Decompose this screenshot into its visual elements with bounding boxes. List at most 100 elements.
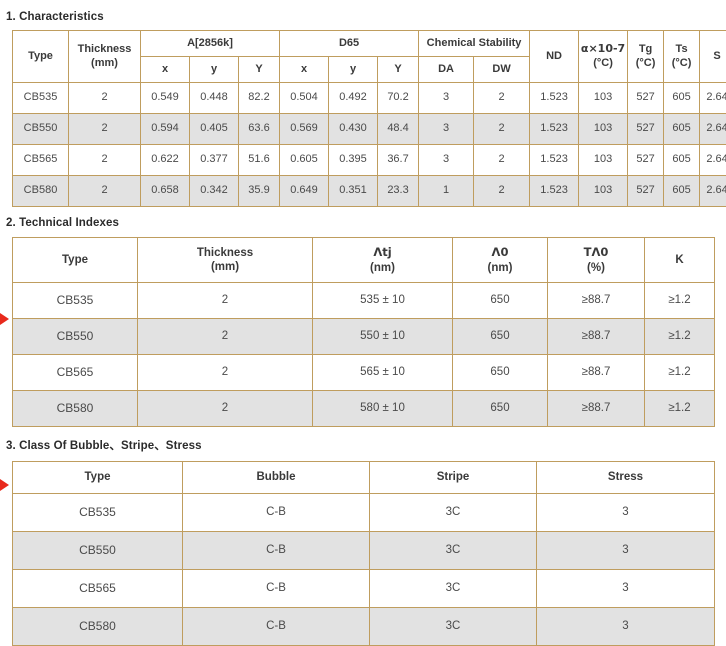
cell-s: 2.64 xyxy=(700,114,726,145)
cell-da: 3 xyxy=(419,83,474,114)
cell-type[interactable]: CB550 xyxy=(13,319,138,355)
cell-tg: 527 xyxy=(628,83,664,114)
cell-dw: 2 xyxy=(474,83,530,114)
cell-d-Y: 70.2 xyxy=(378,83,419,114)
cell-d-Y: 36.7 xyxy=(378,145,419,176)
cell-thickness: 2 xyxy=(69,114,141,145)
cell-thickness: 2 xyxy=(69,145,141,176)
table-row: CB535 2 535 ± 10 650 ≥88.7 ≥1.2 xyxy=(13,283,715,319)
cell-type[interactable]: CB535 xyxy=(13,283,138,319)
cell-type[interactable]: CB535 xyxy=(13,83,69,114)
cell-dw: 2 xyxy=(474,145,530,176)
header-thickness-line2: (mm) xyxy=(211,261,239,273)
cell-lambda-tj: 580 ± 10 xyxy=(313,391,453,427)
cell-a-y: 0.377 xyxy=(190,145,239,176)
section-title-characteristics: 1. Characteristics xyxy=(0,0,726,30)
cell-stress: 3 xyxy=(537,608,715,646)
cell-lambda-0: 650 xyxy=(453,355,548,391)
header-t-lambda-0-line1: TΛ0 xyxy=(584,245,609,259)
header-lambda-tj-line2: (nm) xyxy=(370,262,395,274)
technical-indexes-table-body: CB535 2 535 ± 10 650 ≥88.7 ≥1.2 CB550 2 … xyxy=(13,283,715,427)
cell-a-y: 0.448 xyxy=(190,83,239,114)
cell-a-x: 0.549 xyxy=(141,83,190,114)
header-t-lambda-0: TΛ0 (%) xyxy=(548,238,645,283)
cell-d-x: 0.605 xyxy=(280,145,329,176)
cell-type[interactable]: CB565 xyxy=(13,355,138,391)
header-lambda-tj: Λtj (nm) xyxy=(313,238,453,283)
class-table-body: CB535 C-B 3C 3 CB550 C-B 3C 3 CB565 C-B … xyxy=(13,494,715,646)
technical-indexes-table-head: Type Thickness (mm) Λtj (nm) Λ0 (nm) TΛ0… xyxy=(13,238,715,283)
header-d-Y: Y xyxy=(378,57,419,83)
cell-t-lambda-0: ≥88.7 xyxy=(548,391,645,427)
header-stress: Stress xyxy=(537,462,715,494)
cell-k: ≥1.2 xyxy=(645,319,715,355)
cell-k: ≥1.2 xyxy=(645,355,715,391)
cell-a-y: 0.342 xyxy=(190,176,239,207)
cell-stripe: 3C xyxy=(370,570,537,608)
cell-d-y: 0.430 xyxy=(329,114,378,145)
table-row: CB565 2 565 ± 10 650 ≥88.7 ≥1.2 xyxy=(13,355,715,391)
table-row: CB535 2 0.549 0.448 82.2 0.504 0.492 70.… xyxy=(13,83,726,114)
cell-dw: 2 xyxy=(474,114,530,145)
cell-lambda-0: 650 xyxy=(453,391,548,427)
cell-d-y: 0.395 xyxy=(329,145,378,176)
cell-stress: 3 xyxy=(537,494,715,532)
header-lambda-tj-line1: Λtj xyxy=(373,245,391,259)
cell-d-y: 0.492 xyxy=(329,83,378,114)
cell-lambda-tj: 550 ± 10 xyxy=(313,319,453,355)
header-alpha: α×10-7 (°C) xyxy=(579,31,628,83)
cell-type[interactable]: CB565 xyxy=(13,570,183,608)
table-row: CB580 2 0.658 0.342 35.9 0.649 0.351 23.… xyxy=(13,176,726,207)
cell-type[interactable]: CB565 xyxy=(13,145,69,176)
header-tg-line2: (°C) xyxy=(636,57,656,69)
cell-lambda-tj: 535 ± 10 xyxy=(313,283,453,319)
table-header-row: Type Thickness (mm) Λtj (nm) Λ0 (nm) TΛ0… xyxy=(13,238,715,283)
red-arrow-marker-icon xyxy=(0,479,9,491)
cell-stripe: 3C xyxy=(370,532,537,570)
header-ts: Ts (°C) xyxy=(664,31,700,83)
datasheet-page: 1. Characteristics Type Thickness (mm) A… xyxy=(0,0,726,638)
cell-t-lambda-0: ≥88.7 xyxy=(548,355,645,391)
cell-alpha: 103 xyxy=(579,176,628,207)
table-header-row-group: Type Thickness (mm) A[2856k] D65 Chemica… xyxy=(13,31,726,57)
cell-stress: 3 xyxy=(537,532,715,570)
header-alpha-line1: α×10-7 xyxy=(581,42,625,55)
header-a-Y: Y xyxy=(239,57,280,83)
cell-nd: 1.523 xyxy=(530,176,579,207)
cell-bubble: C-B xyxy=(183,494,370,532)
header-stripe: Stripe xyxy=(370,462,537,494)
cell-type[interactable]: CB580 xyxy=(13,608,183,646)
cell-stress: 3 xyxy=(537,570,715,608)
cell-type[interactable]: CB580 xyxy=(13,176,69,207)
cell-type[interactable]: CB550 xyxy=(13,114,69,145)
cell-d-x: 0.569 xyxy=(280,114,329,145)
header-lambda-0: Λ0 (nm) xyxy=(453,238,548,283)
cell-dw: 2 xyxy=(474,176,530,207)
cell-alpha: 103 xyxy=(579,83,628,114)
cell-d-x: 0.504 xyxy=(280,83,329,114)
cell-t-lambda-0: ≥88.7 xyxy=(548,319,645,355)
header-k: K xyxy=(645,238,715,283)
cell-da: 1 xyxy=(419,176,474,207)
cell-bubble: C-B xyxy=(183,570,370,608)
header-a2856k: A[2856k] xyxy=(141,31,280,57)
header-d-x: x xyxy=(280,57,329,83)
cell-a-Y: 82.2 xyxy=(239,83,280,114)
cell-type[interactable]: CB580 xyxy=(13,391,138,427)
cell-bubble: C-B xyxy=(183,532,370,570)
cell-s: 2.64 xyxy=(700,176,726,207)
header-alpha-line2: (°C) xyxy=(593,57,613,69)
cell-type[interactable]: CB535 xyxy=(13,494,183,532)
cell-t-lambda-0: ≥88.7 xyxy=(548,283,645,319)
header-type: Type xyxy=(13,238,138,283)
cell-s: 2.64 xyxy=(700,83,726,114)
cell-d-Y: 23.3 xyxy=(378,176,419,207)
section-title-technical-indexes: 2. Technical Indexes xyxy=(0,207,726,237)
cell-k: ≥1.2 xyxy=(645,283,715,319)
cell-tg: 527 xyxy=(628,114,664,145)
cell-ts: 605 xyxy=(664,83,700,114)
cell-type[interactable]: CB550 xyxy=(13,532,183,570)
red-arrow-marker-icon xyxy=(0,313,9,325)
cell-stripe: 3C xyxy=(370,494,537,532)
header-nd: ND xyxy=(530,31,579,83)
